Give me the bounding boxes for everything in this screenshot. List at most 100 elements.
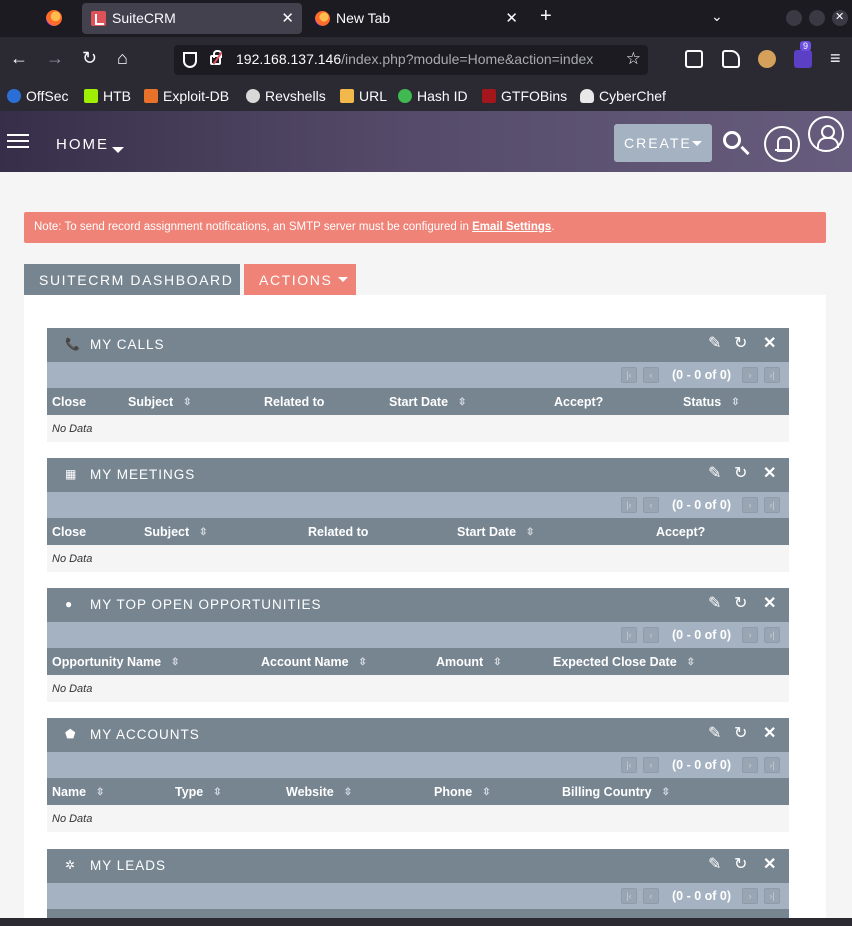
refresh-icon[interactable]: ↻ bbox=[734, 596, 747, 612]
dashlet-header[interactable]: 📞 MY CALLS ✎ ↻ ✕ bbox=[47, 328, 789, 362]
close-icon[interactable]: ✕ bbox=[763, 857, 776, 873]
previous-page-icon[interactable]: ‹ bbox=[643, 627, 659, 643]
sort-icon[interactable]: ⇳ bbox=[213, 787, 221, 798]
sort-icon[interactable]: ⇳ bbox=[344, 787, 352, 798]
bookmark-url[interactable]: URL bbox=[340, 88, 387, 104]
home-menu-link[interactable]: HOME bbox=[56, 136, 109, 153]
app-menu-hamburger-icon[interactable]: ≡ bbox=[830, 49, 841, 67]
column-header[interactable]: Start Date ⇳ bbox=[389, 395, 466, 409]
edit-pencil-icon[interactable]: ✎ bbox=[708, 336, 721, 352]
create-button[interactable]: CREATE bbox=[614, 124, 712, 162]
bookmark-cyberchef[interactable]: CyberChef bbox=[580, 88, 666, 104]
first-page-icon[interactable]: |‹ bbox=[621, 888, 637, 904]
dashlet-header[interactable]: ▦ MY MEETINGS ✎ ↻ ✕ bbox=[47, 458, 789, 492]
column-header[interactable]: Account Name ⇳ bbox=[261, 655, 367, 669]
dashlet-header[interactable]: ● MY TOP OPEN OPPORTUNITIES ✎ ↻ ✕ bbox=[47, 588, 789, 622]
column-header[interactable]: Status ⇳ bbox=[683, 395, 740, 409]
window-maximize-button[interactable] bbox=[809, 10, 825, 26]
column-header[interactable]: Subject ⇳ bbox=[144, 525, 208, 539]
sort-icon[interactable]: ⇳ bbox=[359, 657, 367, 668]
first-page-icon[interactable]: |‹ bbox=[621, 627, 637, 643]
sort-icon[interactable]: ⇳ bbox=[526, 527, 534, 538]
actions-dropdown-button[interactable]: ACTIONS bbox=[244, 264, 356, 295]
column-header[interactable]: Start Date ⇳ bbox=[457, 525, 534, 539]
tab-new-tab[interactable]: New Tab ✕ bbox=[306, 3, 526, 34]
bookmark-gtfobins[interactable]: GTFOBins bbox=[482, 88, 567, 104]
tab-suitecrm[interactable]: SuiteCRM ✕ bbox=[82, 3, 302, 34]
firefox-view-icon[interactable] bbox=[46, 10, 62, 26]
url-text[interactable]: 192.168.137.146/index.php?module=Home&ac… bbox=[236, 51, 616, 67]
tab-suitecrm-dashboard[interactable]: SUITECRM DASHBOARD bbox=[24, 264, 240, 295]
tab-close-icon[interactable]: ✕ bbox=[281, 9, 294, 27]
tab-close-icon[interactable]: ✕ bbox=[505, 9, 518, 27]
close-icon[interactable]: ✕ bbox=[763, 466, 776, 482]
pocket-icon[interactable] bbox=[685, 50, 703, 68]
reload-icon[interactable]: ↻ bbox=[82, 49, 97, 67]
search-icon[interactable] bbox=[723, 131, 741, 149]
bookmark-star-icon[interactable]: ☆ bbox=[626, 49, 641, 69]
refresh-icon[interactable]: ↻ bbox=[734, 336, 747, 352]
bookmark-exploit-db[interactable]: Exploit-DB bbox=[144, 88, 229, 104]
email-settings-link[interactable]: Email Settings bbox=[472, 221, 551, 233]
column-header[interactable]: Phone ⇳ bbox=[434, 785, 491, 799]
column-header[interactable]: Name ⇳ bbox=[52, 785, 104, 799]
dashlet-header[interactable]: ⬟ MY ACCOUNTS ✎ ↻ ✕ bbox=[47, 718, 789, 752]
last-page-icon[interactable]: ›| bbox=[764, 367, 780, 383]
next-page-icon[interactable]: › bbox=[742, 888, 758, 904]
edit-pencil-icon[interactable]: ✎ bbox=[708, 857, 721, 873]
sort-icon[interactable]: ⇳ bbox=[687, 657, 695, 668]
first-page-icon[interactable]: |‹ bbox=[621, 497, 637, 513]
previous-page-icon[interactable]: ‹ bbox=[643, 367, 659, 383]
column-header[interactable]: Opportunity Name ⇳ bbox=[52, 655, 179, 669]
edit-pencil-icon[interactable]: ✎ bbox=[708, 466, 721, 482]
column-header[interactable]: Type ⇳ bbox=[175, 785, 222, 799]
bookmark-htb[interactable]: HTB bbox=[84, 88, 131, 104]
bookmark-revshells[interactable]: Revshells bbox=[246, 88, 326, 104]
refresh-icon[interactable]: ↻ bbox=[734, 466, 747, 482]
column-header[interactable]: Subject ⇳ bbox=[128, 395, 192, 409]
extension-badge-icon[interactable]: 9 bbox=[794, 41, 812, 68]
forward-arrow-icon[interactable]: → bbox=[46, 49, 64, 67]
new-tab-plus-icon[interactable]: + bbox=[540, 5, 552, 28]
window-close-button[interactable] bbox=[832, 10, 848, 26]
sort-icon[interactable]: ⇳ bbox=[171, 657, 179, 668]
previous-page-icon[interactable]: ‹ bbox=[643, 888, 659, 904]
refresh-icon[interactable]: ↻ bbox=[734, 857, 747, 873]
close-icon[interactable]: ✕ bbox=[763, 336, 776, 352]
column-header[interactable]: Billing Country ⇳ bbox=[562, 785, 670, 799]
last-page-icon[interactable]: ›| bbox=[764, 888, 780, 904]
close-icon[interactable]: ✕ bbox=[763, 596, 776, 612]
first-page-icon[interactable]: |‹ bbox=[621, 757, 637, 773]
sort-icon[interactable]: ⇳ bbox=[96, 787, 104, 798]
first-page-icon[interactable]: |‹ bbox=[621, 367, 637, 383]
window-minimize-button[interactable] bbox=[786, 10, 802, 26]
sort-icon[interactable]: ⇳ bbox=[199, 527, 207, 538]
sort-icon[interactable]: ⇳ bbox=[183, 397, 191, 408]
next-page-icon[interactable]: › bbox=[742, 497, 758, 513]
close-icon[interactable]: ✕ bbox=[763, 726, 776, 742]
user-profile-icon[interactable] bbox=[808, 116, 844, 152]
bookmark-offsec[interactable]: OffSec bbox=[7, 88, 69, 104]
dashlet-header[interactable]: ✲ MY LEADS ✎ ↻ ✕ bbox=[47, 849, 789, 883]
cookie-extension-icon[interactable] bbox=[758, 50, 776, 68]
column-header[interactable]: Amount ⇳ bbox=[436, 655, 502, 669]
refresh-icon[interactable]: ↻ bbox=[734, 726, 747, 742]
edit-pencil-icon[interactable]: ✎ bbox=[708, 726, 721, 742]
next-page-icon[interactable]: › bbox=[742, 757, 758, 773]
previous-page-icon[interactable]: ‹ bbox=[643, 497, 659, 513]
home-icon[interactable]: ⌂ bbox=[117, 49, 128, 67]
last-page-icon[interactable]: ›| bbox=[764, 497, 780, 513]
last-page-icon[interactable]: ›| bbox=[764, 757, 780, 773]
tracking-protection-shield-icon[interactable] bbox=[183, 52, 197, 68]
horizontal-scrollbar[interactable] bbox=[0, 918, 852, 926]
url-bar[interactable]: 192.168.137.146/index.php?module=Home&ac… bbox=[174, 45, 648, 75]
sidebar-toggle-hamburger-icon[interactable] bbox=[7, 134, 29, 148]
previous-page-icon[interactable]: ‹ bbox=[643, 757, 659, 773]
extensions-puzzle-icon[interactable] bbox=[722, 50, 740, 68]
next-page-icon[interactable]: › bbox=[742, 367, 758, 383]
next-page-icon[interactable]: › bbox=[742, 627, 758, 643]
column-header[interactable]: Website ⇳ bbox=[286, 785, 352, 799]
back-arrow-icon[interactable]: ← bbox=[10, 49, 28, 67]
sort-icon[interactable]: ⇳ bbox=[662, 787, 670, 798]
notifications-bell-icon[interactable] bbox=[764, 126, 800, 162]
